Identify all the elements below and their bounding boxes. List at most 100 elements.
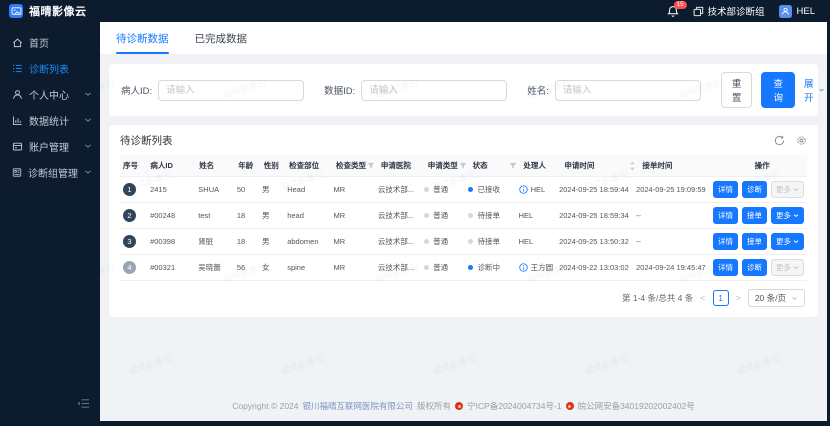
table-card-header: 待诊断列表 [120, 133, 807, 148]
sidebar-item-data-statistics[interactable]: 数据统计 [0, 107, 100, 133]
app-logo-icon [9, 4, 23, 18]
body-part-cell: head [287, 211, 304, 220]
company-link[interactable]: 银川福晴互联网医院有限公司 [303, 400, 414, 412]
name-label: 姓名: [527, 86, 549, 97]
col-header-patient-id: 病人ID [150, 161, 173, 170]
data-id-label: 数据ID: [324, 86, 356, 97]
filter-data-id: 数据ID: [324, 79, 508, 101]
handler-cell: HEL [516, 185, 557, 194]
apply-time-cell: 2024-09-25 13:50:32 [559, 237, 629, 246]
sidebar-item-diagnosis-group-management[interactable]: 诊断组管理 [0, 159, 100, 185]
filter-card: 病人ID: 数据ID: 姓名: 重置 查询 [109, 64, 824, 116]
detail-button[interactable]: 详情 [713, 233, 738, 250]
more-button[interactable]: 更多 [771, 181, 804, 198]
gender-cell: 男 [262, 185, 270, 194]
type-dot [424, 239, 430, 244]
detail-button[interactable]: 详情 [713, 207, 738, 224]
chevron-down-icon [793, 266, 799, 270]
app-window: 福晴影像云 15 技术部诊断组 HEL 首页 诊断列表 个人中心 数据统计 账户… [0, 0, 830, 426]
filter-name: 姓名: [527, 79, 701, 101]
handler-cell: HEL [518, 211, 534, 220]
refresh-icon[interactable] [774, 135, 785, 146]
handler-cell: 王方圆 [516, 262, 557, 273]
apply-time-cell: 2024-09-25 18:59:34 [559, 211, 629, 220]
apply-type-cell: 普通 [421, 236, 465, 247]
status-cell: 待接单 [465, 210, 515, 221]
filter-funnel-icon[interactable] [509, 162, 517, 170]
seq-badge: 3 [123, 235, 136, 248]
diagnose-button[interactable]: 诊断 [742, 259, 767, 276]
next-page-button[interactable]: > [736, 293, 741, 303]
accept-button[interactable]: 接单 [742, 233, 767, 250]
accept-time-cell: -- [636, 237, 642, 246]
sidebar-item-account-management[interactable]: 账户管理 [0, 133, 100, 159]
filter-patient-id: 病人ID: [121, 79, 305, 101]
more-button[interactable]: 更多 [771, 259, 804, 276]
sidebar-item-personal-center[interactable]: 个人中心 [0, 81, 100, 107]
info-icon[interactable] [518, 185, 528, 194]
copyright-text: Copyright © 2024 [232, 401, 299, 411]
patient-id-label: 病人ID: [121, 86, 153, 97]
status-cell: 待接单 [465, 236, 515, 247]
table-header-row: 序号 病人ID 姓名 年龄 性别 检查部位 检查类型 申请医院 申请类型 状态 … [120, 155, 807, 177]
age-cell: 50 [236, 185, 246, 194]
table-row: 2 #00248 test 18 男 head MR 云技术部... 普通 待接… [120, 203, 807, 229]
apply-time-cell: 2024-09-25 18:59:44 [559, 185, 629, 194]
user-menu[interactable]: HEL [778, 4, 815, 18]
filter-funnel-icon[interactable] [459, 162, 467, 170]
prev-page-button[interactable]: < [700, 293, 705, 303]
sidebar-item-diagnosis-list[interactable]: 诊断列表 [0, 55, 100, 81]
chevron-down-icon [792, 296, 797, 300]
patient-id-cell: #00398 [150, 237, 176, 246]
info-icon[interactable] [518, 263, 528, 272]
name-cell: 吴晓蕾 [198, 263, 221, 272]
main-area: 福晴影像云福晴影像云福晴影像云福晴影像云福晴影像云福晴影像云福晴影像云福晴影像云… [100, 22, 827, 421]
sidebar-item-label: 个人中心 [29, 90, 69, 102]
brand: 福晴影像云 [9, 3, 87, 19]
tab-completed-data[interactable]: 已完成数据 [195, 22, 248, 54]
more-button[interactable]: 更多 [771, 233, 804, 250]
sidebar-collapse-icon[interactable] [77, 396, 90, 414]
patient-id-input[interactable] [158, 79, 305, 101]
account-icon [12, 142, 23, 150]
accept-button[interactable]: 接单 [742, 207, 767, 224]
detail-button[interactable]: 详情 [713, 181, 738, 198]
age-cell: 56 [236, 263, 246, 272]
page-number[interactable]: 1 [712, 290, 729, 306]
table-tools [774, 135, 807, 146]
notification-badge: 15 [673, 0, 687, 9]
settings-gear-icon[interactable] [796, 135, 807, 146]
chart-icon [13, 115, 22, 125]
type-dot [424, 213, 430, 218]
name-input[interactable] [554, 79, 701, 101]
data-id-input[interactable] [361, 79, 508, 101]
exam-type-cell: MR [333, 263, 346, 272]
apply-type-cell: 普通 [421, 262, 465, 273]
detail-button[interactable]: 详情 [713, 259, 738, 276]
expand-filters-link[interactable]: 展开 [804, 76, 825, 104]
status-dot [468, 213, 474, 218]
name-cell: 肾脏 [198, 237, 214, 246]
sidebar-item-home[interactable]: 首页 [0, 29, 100, 55]
tab-pending-data[interactable]: 待诊断数据 [116, 22, 169, 54]
page-size-select[interactable]: 20 条/页 [747, 289, 805, 307]
sort-icon[interactable] [629, 161, 636, 171]
more-button[interactable]: 更多 [771, 207, 804, 224]
query-button[interactable]: 查询 [761, 72, 795, 108]
user-icon [13, 89, 22, 99]
name-cell: SHUA [198, 185, 220, 194]
expand-label: 展开 [803, 79, 814, 104]
filter-funnel-icon[interactable] [367, 162, 375, 170]
diagnose-button[interactable]: 诊断 [742, 181, 767, 198]
rights-text: 版权所有 [417, 401, 452, 411]
sidebar-item-label: 数据统计 [29, 116, 69, 128]
accept-time-cell: 2024-09-24 19:45:47 [636, 263, 706, 272]
sidebar: 首页 诊断列表 个人中心 数据统计 账户管理 诊断组管理 [0, 22, 100, 421]
notification-bell[interactable]: 15 [666, 0, 687, 18]
tab-label: 已完成数据 [194, 32, 248, 45]
sidebar-item-label: 首页 [29, 38, 49, 50]
group-switcher[interactable]: 技术部诊断组 [693, 4, 765, 18]
reset-button[interactable]: 重置 [720, 72, 753, 108]
exam-type-cell: MR [333, 211, 346, 220]
col-header-accept-time: 接单时间 [642, 161, 673, 170]
